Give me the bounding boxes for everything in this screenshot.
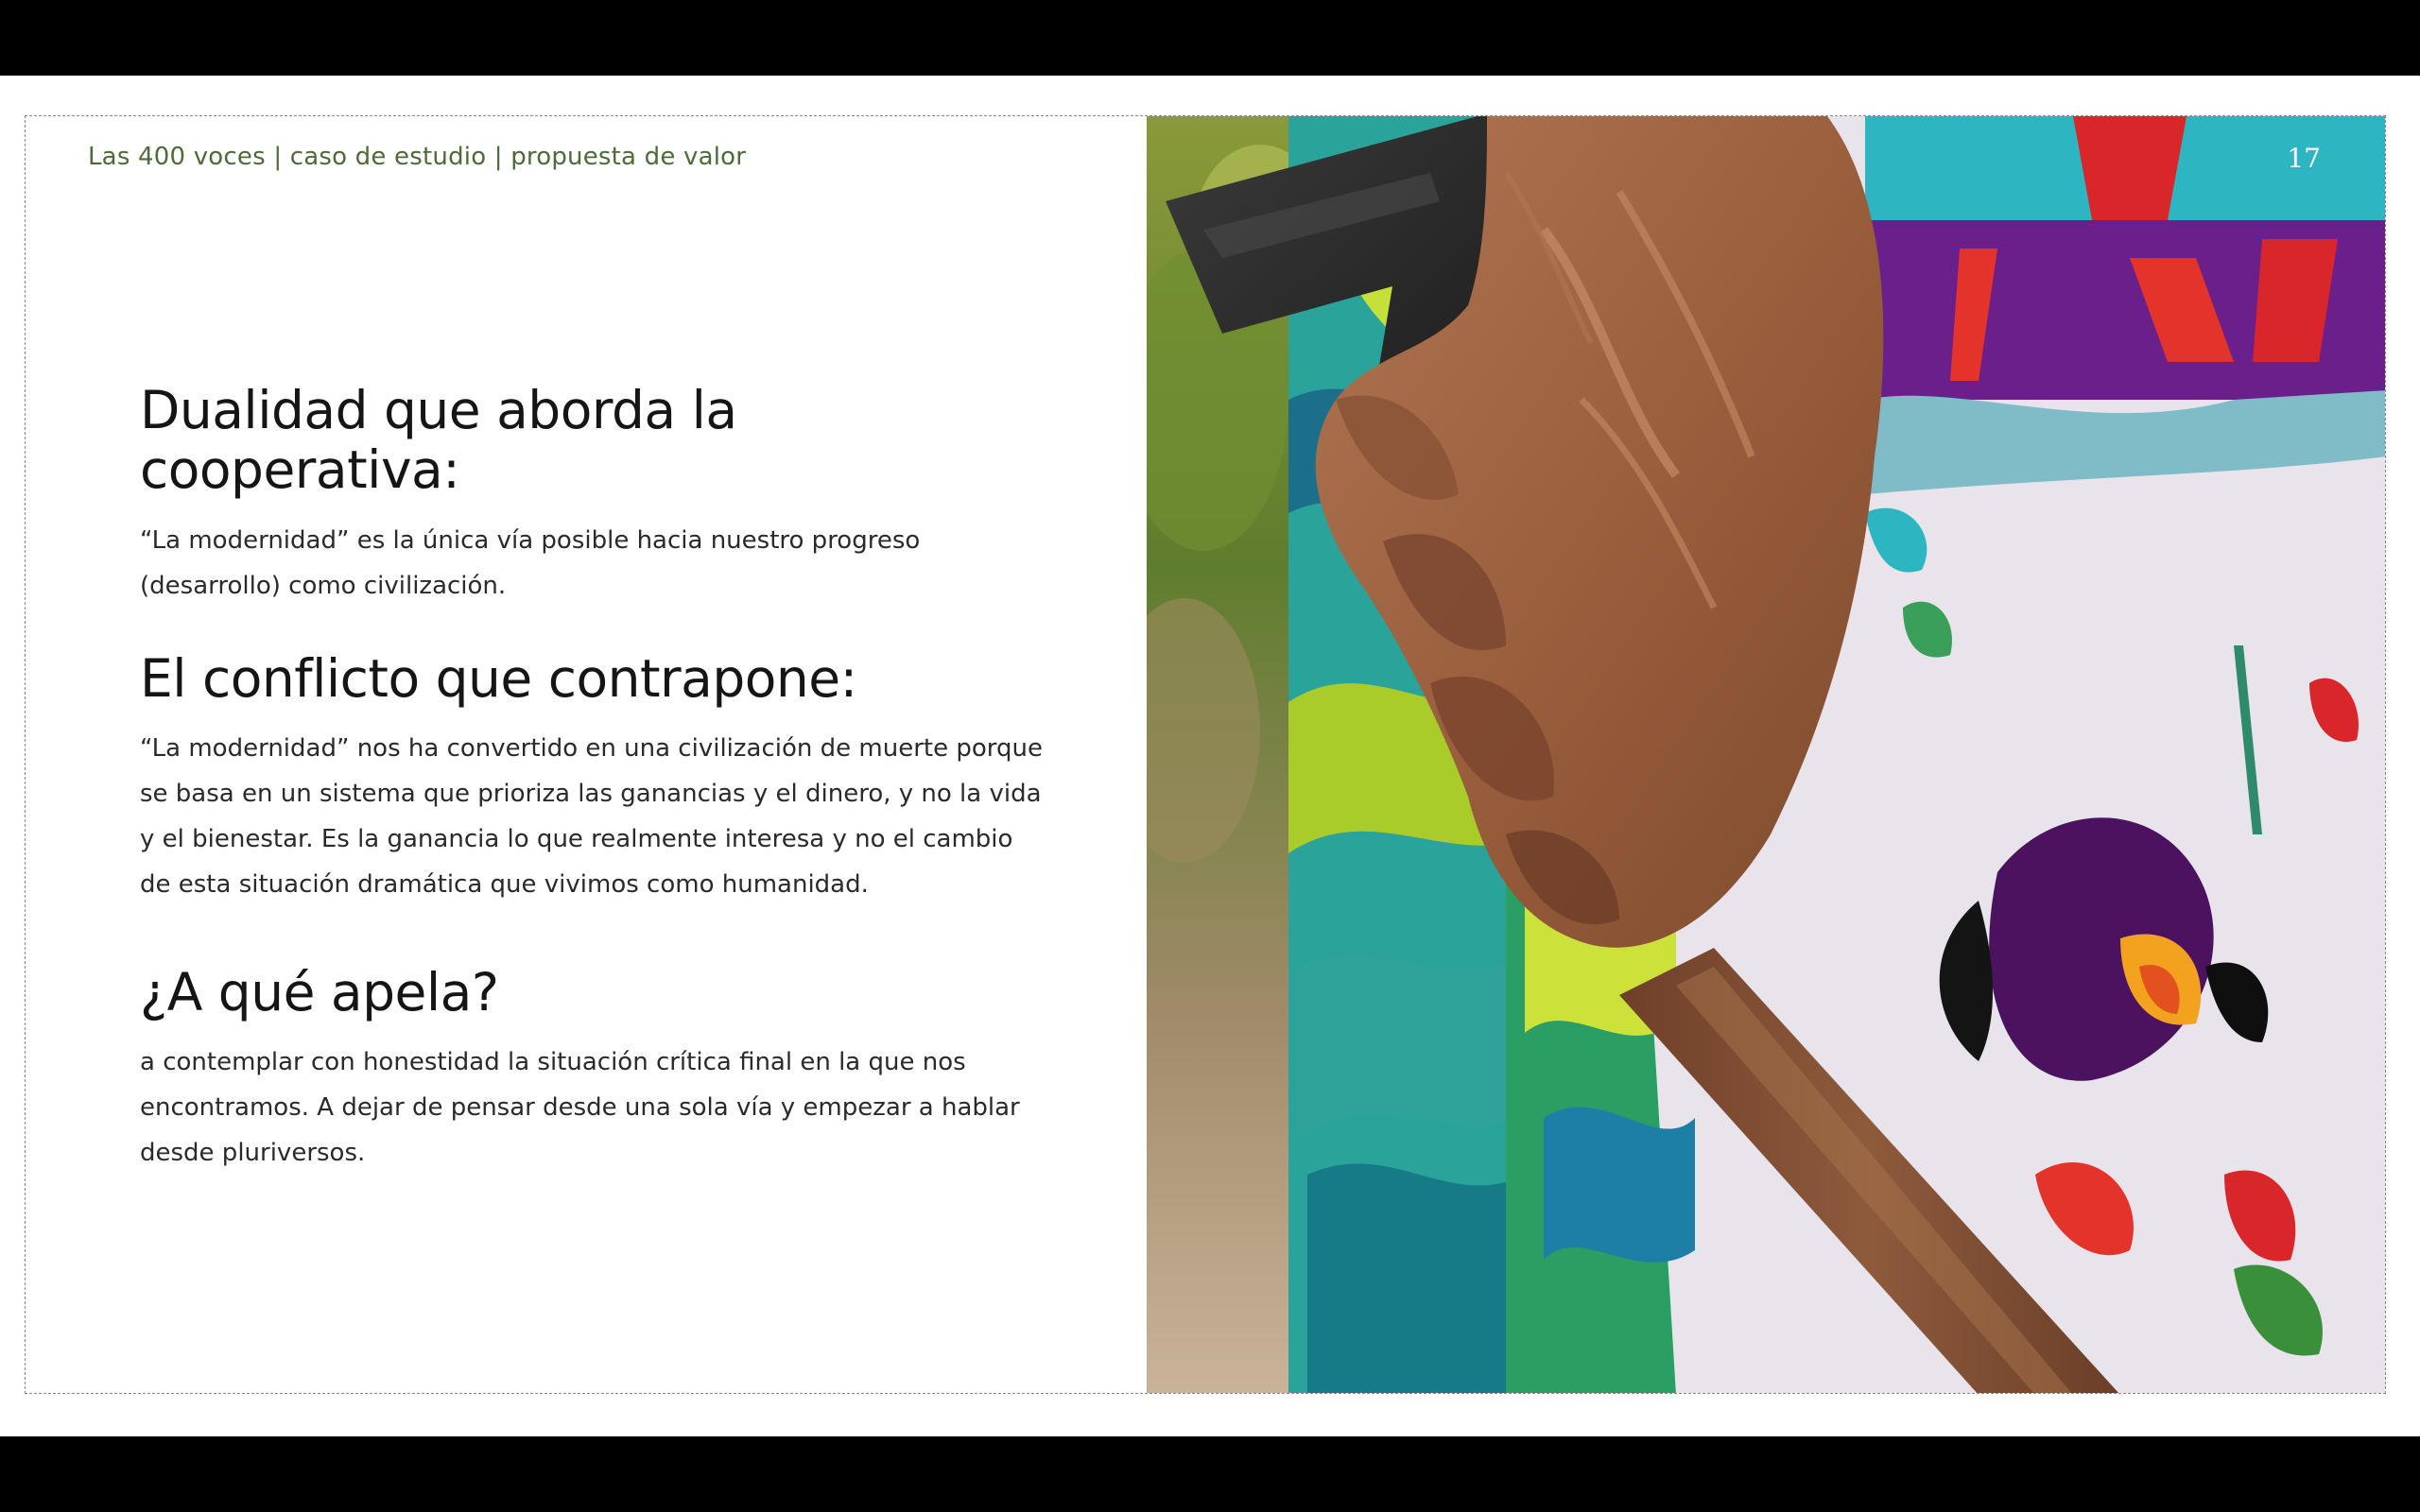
section-body: “La modernidad” nos ha convertido en una… — [140, 734, 1043, 900]
letterbox-top — [0, 0, 2420, 76]
page-number: 17 — [2287, 143, 2321, 174]
hand-with-machete-photo: 17 — [1147, 116, 2385, 1393]
section-duality: Dualidad que aborda la cooperativa: “La … — [140, 380, 1047, 609]
section-body: a contemplar con honestidad la situación… — [140, 1048, 1020, 1168]
section-heading: Dualidad que aborda la cooperativa: — [140, 380, 737, 501]
slide-area: Las 400 voces | caso de estudio | propue… — [0, 76, 2420, 1436]
section-appeal: ¿A qué apela? a contemplar con honestida… — [140, 962, 1047, 1176]
section-body: “La modernidad” es la única vía posible … — [140, 525, 921, 600]
photo-illustration — [1147, 116, 2385, 1393]
presentation-slide: Las 400 voces | caso de estudio | propue… — [25, 115, 2386, 1394]
letterbox-bottom — [0, 1436, 2420, 1512]
section-heading: ¿A qué apela? — [140, 962, 499, 1022]
section-heading: El conflicto que contrapone: — [140, 648, 857, 709]
slide-breadcrumb: Las 400 voces | caso de estudio | propue… — [88, 143, 747, 171]
section-conflict: El conflicto que contrapone: “La moderni… — [140, 648, 1047, 907]
